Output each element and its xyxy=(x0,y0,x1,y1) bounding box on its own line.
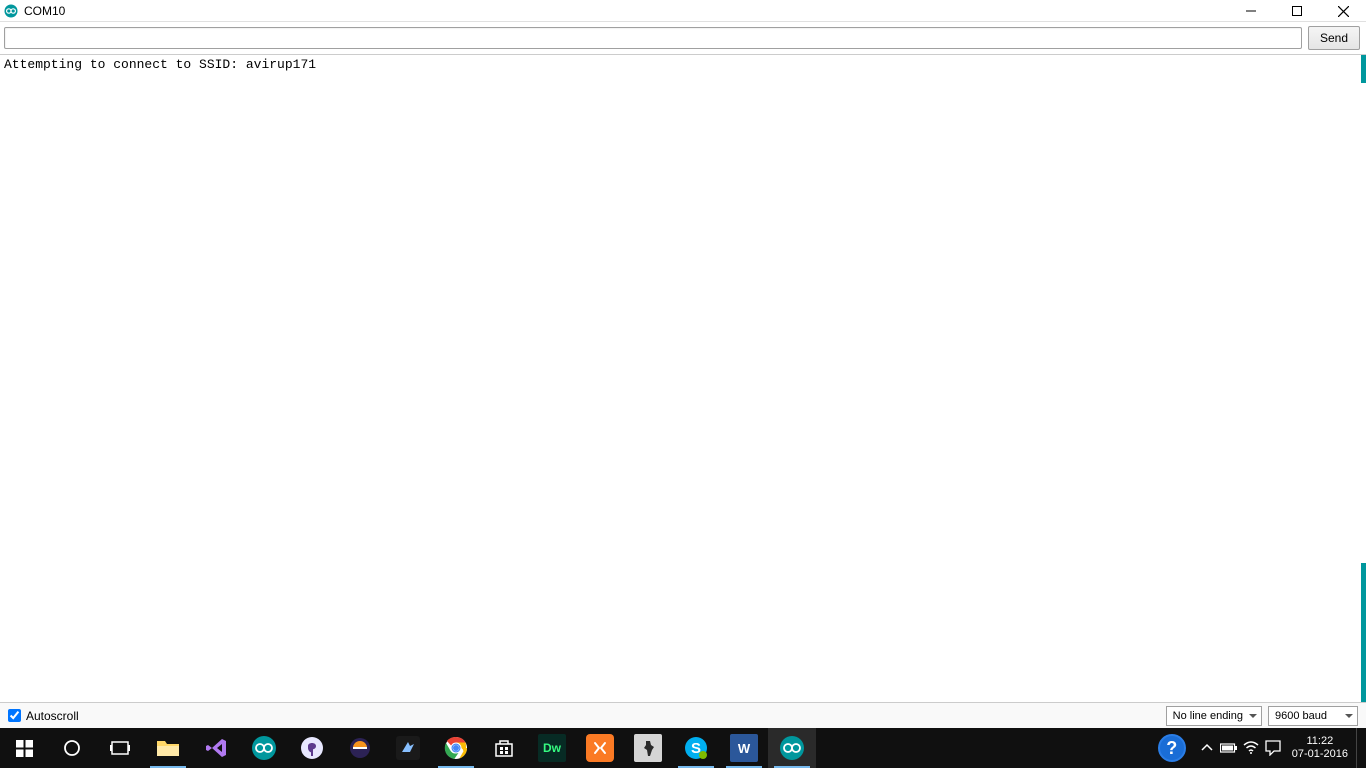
chevron-down-icon xyxy=(1249,714,1257,718)
taskbar-item-dreamweaver[interactable]: Dw xyxy=(528,728,576,768)
serial-output-text: Attempting to connect to SSID: avirup171 xyxy=(0,55,1366,76)
serial-input-row: Send xyxy=(0,22,1366,54)
task-view-button[interactable] xyxy=(96,728,144,768)
folder-icon xyxy=(154,734,182,762)
serial-input[interactable] xyxy=(4,27,1302,49)
xampp-icon xyxy=(586,734,614,762)
taskbar-item-store[interactable] xyxy=(480,728,528,768)
autoscroll-label: Autoscroll xyxy=(26,709,79,723)
clock-date: 07-01-2016 xyxy=(1292,748,1348,761)
dreamweaver-icon: Dw xyxy=(538,734,566,762)
title-bar: COM10 xyxy=(0,0,1366,22)
taskbar-item-skype[interactable]: S xyxy=(672,728,720,768)
autoscroll-checkbox[interactable] xyxy=(8,709,21,722)
taskbar-item-app-dark-bird[interactable] xyxy=(384,728,432,768)
counter-strike-icon xyxy=(634,734,662,762)
arduino-icon xyxy=(778,734,806,762)
clock-time: 11:22 xyxy=(1292,735,1348,748)
minimize-button[interactable] xyxy=(1228,0,1274,22)
word-icon: W xyxy=(730,734,758,762)
action-center-icon[interactable] xyxy=(1262,728,1284,768)
skype-icon: S xyxy=(682,734,710,762)
taskbar-item-chrome[interactable] xyxy=(432,728,480,768)
close-button[interactable] xyxy=(1320,0,1366,22)
battery-icon[interactable] xyxy=(1218,728,1240,768)
eclipse-icon xyxy=(346,734,374,762)
taskbar-right-group: ? 11:22 07-01-2016 xyxy=(1158,728,1366,768)
taskbar-item-arduino-active[interactable] xyxy=(768,728,816,768)
cortana-button[interactable] xyxy=(48,728,96,768)
taskbar-item-visual-studio[interactable] xyxy=(192,728,240,768)
visual-studio-icon xyxy=(202,734,230,762)
arduino-icon xyxy=(4,4,18,18)
store-icon xyxy=(490,734,518,762)
send-button[interactable]: Send xyxy=(1308,26,1360,50)
arduino-icon xyxy=(250,734,278,762)
chevron-down-icon xyxy=(1345,714,1353,718)
wifi-icon[interactable] xyxy=(1240,728,1262,768)
github-icon xyxy=(298,734,326,762)
start-button[interactable] xyxy=(0,728,48,768)
taskbar-item-arduino[interactable] xyxy=(240,728,288,768)
serial-output-area: Attempting to connect to SSID: avirup171 xyxy=(0,54,1366,702)
taskbar-item-file-explorer[interactable] xyxy=(144,728,192,768)
serial-monitor-footer: Autoscroll No line ending 9600 baud xyxy=(0,702,1366,728)
taskbar-item-xampp[interactable] xyxy=(576,728,624,768)
line-ending-select[interactable]: No line ending xyxy=(1166,706,1262,726)
windows-taskbar: Dw S W xyxy=(0,728,1366,768)
tray-chevron-up-icon[interactable] xyxy=(1196,728,1218,768)
help-icon[interactable]: ? xyxy=(1158,734,1186,762)
taskbar-left-group: Dw S W xyxy=(0,728,816,768)
chrome-icon xyxy=(442,734,470,762)
taskbar-item-github[interactable] xyxy=(288,728,336,768)
taskbar-item-cs[interactable] xyxy=(624,728,672,768)
baud-rate-select[interactable]: 9600 baud xyxy=(1268,706,1358,726)
line-ending-value: No line ending xyxy=(1173,710,1243,722)
taskbar-item-word[interactable]: W xyxy=(720,728,768,768)
taskbar-clock[interactable]: 11:22 07-01-2016 xyxy=(1284,735,1356,761)
taskbar-item-eclipse[interactable] xyxy=(336,728,384,768)
baud-rate-value: 9600 baud xyxy=(1275,710,1327,722)
window-title: COM10 xyxy=(24,4,65,18)
maximize-button[interactable] xyxy=(1274,0,1320,22)
show-desktop-button[interactable] xyxy=(1356,728,1362,768)
window-controls xyxy=(1228,0,1366,21)
bird-icon xyxy=(394,734,422,762)
